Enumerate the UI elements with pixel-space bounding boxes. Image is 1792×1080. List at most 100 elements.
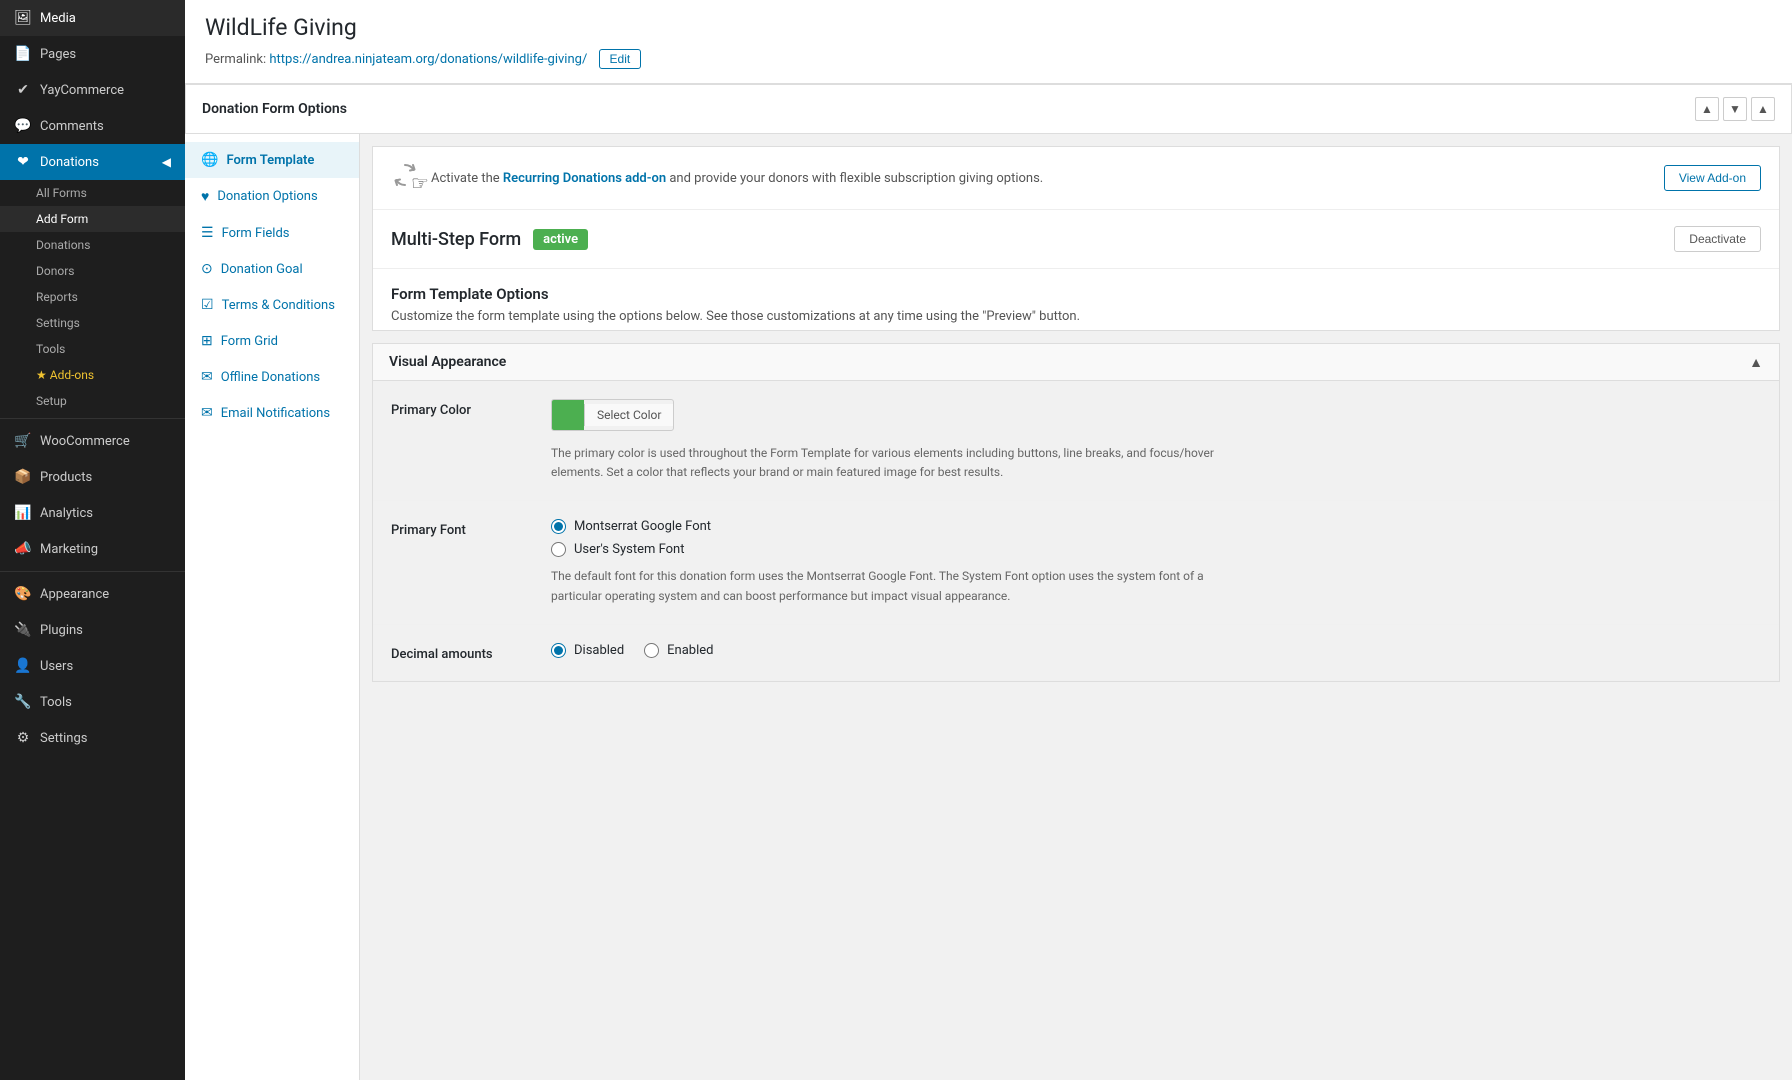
- sidebar-sub-reports[interactable]: Reports: [0, 284, 185, 310]
- left-nav-donation-goal[interactable]: ⊙ Donation Goal: [185, 251, 359, 287]
- sidebar-sub-add-form[interactable]: Add Form: [0, 206, 185, 232]
- color-picker[interactable]: Select Color: [551, 399, 674, 431]
- sidebar-sub-donations[interactable]: Donations: [0, 232, 185, 258]
- right-content: ☞ Activate the Recurring Donations add-o…: [360, 134, 1792, 1080]
- sidebar-item-label: Tools: [40, 695, 72, 710]
- sidebar-sub-all-forms[interactable]: All Forms: [0, 180, 185, 206]
- donation-options-icon: ♥: [201, 188, 209, 205]
- sidebar-item-label: Pages: [40, 47, 76, 62]
- edit-button[interactable]: Edit: [599, 49, 642, 69]
- recurring-text: Activate the Recurring Donations add-on …: [431, 171, 1652, 186]
- sidebar-item-appearance[interactable]: 🎨 Appearance: [0, 576, 185, 612]
- settings-icon: ⚙: [14, 730, 32, 746]
- left-nav-label: Form Template: [226, 153, 314, 168]
- left-nav-form-fields[interactable]: ☰ Form Fields: [185, 215, 359, 251]
- font-system-radio[interactable]: [551, 542, 566, 557]
- panel-down-button[interactable]: ▼: [1723, 97, 1747, 121]
- decimal-amounts-radio-group: Disabled Enabled: [551, 643, 1761, 658]
- left-nav-email-notifications[interactable]: ✉ Email Notifications: [185, 395, 359, 431]
- sidebar: 🖼 Media 📄 Pages ✔ YayCommerce 💬 Comments…: [0, 0, 185, 1080]
- sidebar-item-label: Users: [40, 659, 73, 674]
- sidebar-item-products[interactable]: 📦 Products: [0, 459, 185, 495]
- sidebar-sub-settings[interactable]: Settings: [0, 310, 185, 336]
- sidebar-item-marketing[interactable]: 📣 Marketing: [0, 531, 185, 567]
- decimal-disabled-radio[interactable]: [551, 643, 566, 658]
- pages-icon: 📄: [14, 46, 32, 62]
- left-nav-form-grid[interactable]: ⊞ Form Grid: [185, 323, 359, 359]
- view-addon-button[interactable]: View Add-on: [1664, 165, 1761, 191]
- sidebar-item-media[interactable]: 🖼 Media: [0, 0, 185, 36]
- left-nav-label: Offline Donations: [221, 370, 320, 385]
- offline-donations-icon: ✉: [201, 369, 213, 385]
- form-template-options-title: Form Template Options: [391, 285, 1761, 303]
- sidebar-sub-addons[interactable]: ★ Add-ons: [0, 362, 185, 388]
- sidebar-divider: [0, 418, 185, 419]
- sidebar-sub-donors[interactable]: Donors: [0, 258, 185, 284]
- products-icon: 📦: [14, 469, 32, 485]
- decimal-enabled-option[interactable]: Enabled: [644, 643, 713, 658]
- sidebar-sub-setup[interactable]: Setup: [0, 388, 185, 414]
- left-nav-offline-donations[interactable]: ✉ Offline Donations: [185, 359, 359, 395]
- topbar: WildLife Giving Permalink: https://andre…: [185, 0, 1792, 84]
- main-content: WildLife Giving Permalink: https://andre…: [185, 0, 1792, 1080]
- decimal-amounts-content: Disabled Enabled: [551, 643, 1761, 658]
- sidebar-item-woocommerce[interactable]: 🛒 WooCommerce: [0, 423, 185, 459]
- sidebar-item-label: Media: [40, 11, 76, 26]
- sidebar-item-label: Plugins: [40, 623, 83, 638]
- decimal-disabled-label: Disabled: [574, 643, 624, 658]
- left-nav: 🌐 Form Template ♥ Donation Options ☰ For…: [185, 134, 360, 1080]
- sidebar-item-label: Donations: [40, 155, 99, 170]
- panel-collapse-button[interactable]: ▲: [1751, 97, 1775, 121]
- left-nav-terms-conditions[interactable]: ☑ Terms & Conditions: [185, 287, 359, 323]
- sidebar-item-users[interactable]: 👤 Users: [0, 648, 185, 684]
- sidebar-sub-tools[interactable]: Tools: [0, 336, 185, 362]
- sidebar-item-pages[interactable]: 📄 Pages: [0, 36, 185, 72]
- decimal-enabled-label: Enabled: [667, 643, 713, 658]
- primary-color-row: Primary Color Select Color The primary c…: [373, 381, 1779, 501]
- recurring-icon: ☞: [391, 161, 419, 195]
- recurring-banner: ☞ Activate the Recurring Donations add-o…: [373, 147, 1779, 210]
- permalink-label: Permalink:: [205, 52, 266, 67]
- decimal-disabled-option[interactable]: Disabled: [551, 643, 624, 658]
- sidebar-item-settings[interactable]: ⚙ Settings: [0, 720, 185, 756]
- recurring-addon-link[interactable]: Recurring Donations add-on: [503, 171, 666, 186]
- sidebar-item-comments[interactable]: 💬 Comments: [0, 108, 185, 144]
- decimal-enabled-radio[interactable]: [644, 643, 659, 658]
- left-nav-form-template[interactable]: 🌐 Form Template: [185, 142, 359, 178]
- decimal-amounts-label: Decimal amounts: [391, 643, 551, 662]
- left-nav-label: Donation Goal: [221, 262, 303, 277]
- sidebar-item-analytics[interactable]: 📊 Analytics: [0, 495, 185, 531]
- primary-font-content: Montserrat Google Font User's System Fon…: [551, 519, 1761, 605]
- primary-font-description: The default font for this donation form …: [551, 567, 1251, 605]
- font-montserrat-option[interactable]: Montserrat Google Font: [551, 519, 1761, 534]
- color-swatch: [552, 400, 584, 430]
- sidebar-item-label: Comments: [40, 119, 104, 134]
- sidebar-item-tools[interactable]: 🔧 Tools: [0, 684, 185, 720]
- form-template-options-desc: Customize the form template using the op…: [391, 309, 1761, 324]
- deactivate-button[interactable]: Deactivate: [1674, 226, 1761, 252]
- sidebar-item-donations[interactable]: ❤ Donations ◀: [0, 144, 185, 180]
- permalink-link[interactable]: https://andrea.ninjateam.org/donations/w…: [269, 52, 587, 67]
- sidebar-item-label: Marketing: [40, 542, 98, 557]
- sidebar-item-plugins[interactable]: 🔌 Plugins: [0, 612, 185, 648]
- font-montserrat-label: Montserrat Google Font: [574, 519, 711, 534]
- font-montserrat-radio[interactable]: [551, 519, 566, 534]
- visual-appearance-collapse-button[interactable]: ▲: [1749, 354, 1763, 370]
- left-nav-label: Form Fields: [222, 226, 290, 241]
- active-badge: active: [533, 229, 588, 250]
- visual-appearance-body: Primary Color Select Color The primary c…: [373, 381, 1779, 681]
- decimal-amounts-row: Decimal amounts Disabled Enabled: [373, 625, 1779, 681]
- appearance-icon: 🎨: [14, 586, 32, 602]
- select-color-text: Select Color: [584, 404, 673, 426]
- left-nav-donation-options[interactable]: ♥ Donation Options: [185, 178, 359, 215]
- media-icon: 🖼: [14, 10, 32, 26]
- panel-up-button[interactable]: ▲: [1695, 97, 1719, 121]
- sidebar-item-yaycommerce[interactable]: ✔ YayCommerce: [0, 72, 185, 108]
- donations-arrow: ◀: [162, 155, 171, 169]
- panel-title: Donation Form Options: [202, 101, 347, 117]
- left-nav-label: Email Notifications: [221, 406, 330, 421]
- font-system-option[interactable]: User's System Font: [551, 542, 1761, 557]
- left-nav-label: Form Grid: [221, 334, 278, 349]
- sidebar-divider-2: [0, 571, 185, 572]
- form-template-options-header: Form Template Options Customize the form…: [373, 269, 1779, 330]
